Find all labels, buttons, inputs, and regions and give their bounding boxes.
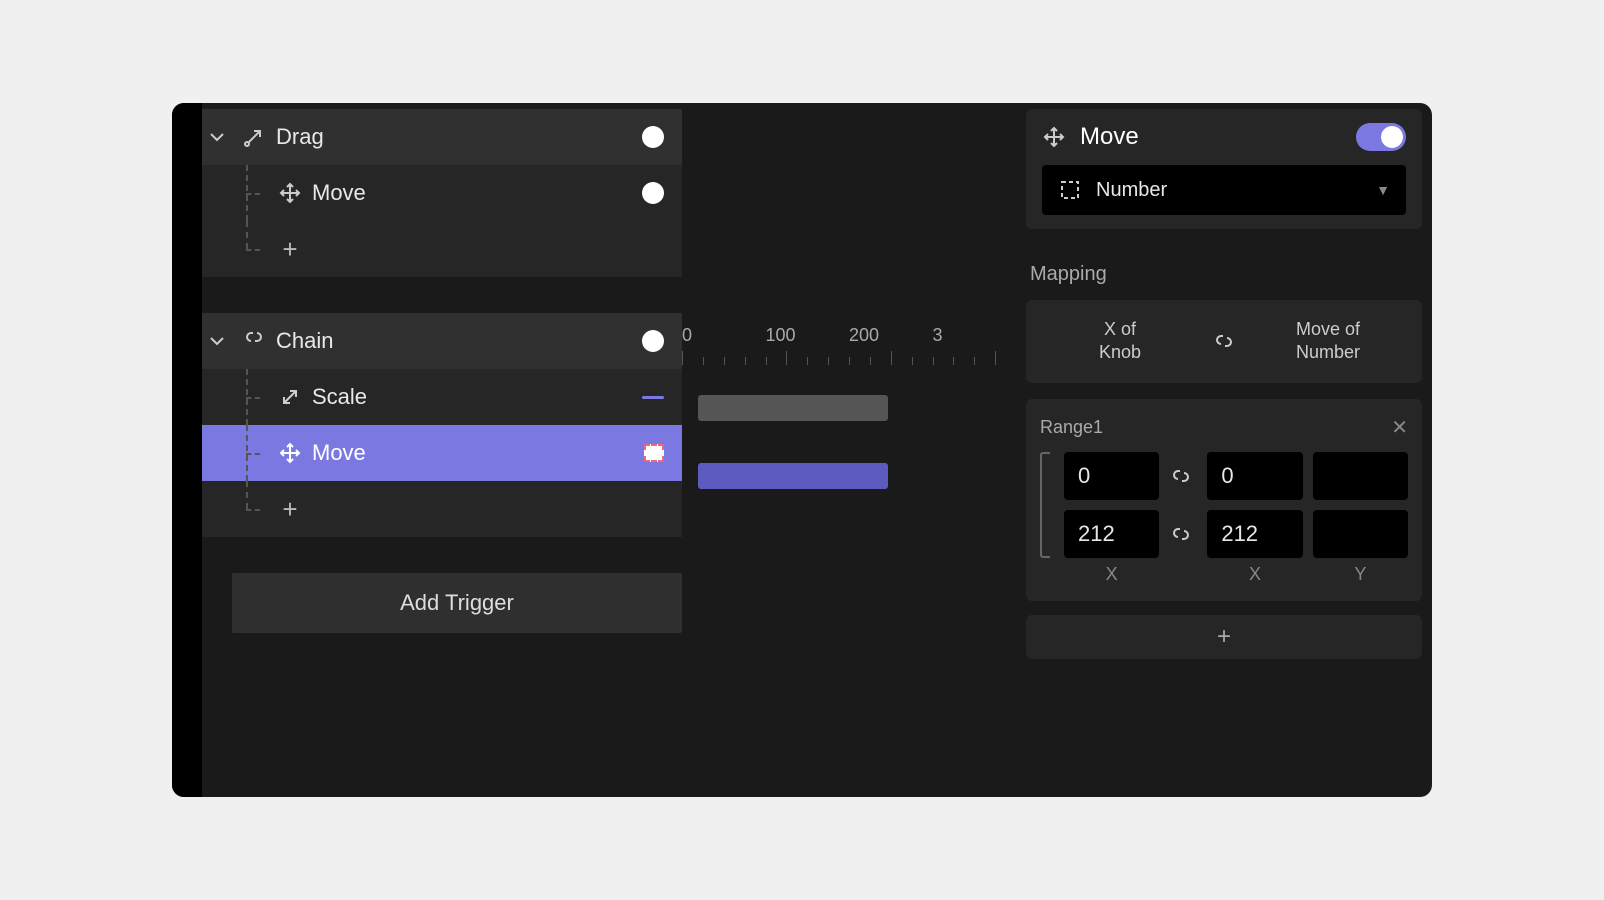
inspector-panel: Move Number ▼ Mapping X of Knob Move of … bbox=[1016, 103, 1432, 797]
add-range-button[interactable]: + bbox=[1026, 615, 1422, 659]
drag-arrow-icon bbox=[242, 125, 266, 149]
action-row-drag-move[interactable]: Move bbox=[202, 165, 682, 221]
add-action-drag[interactable]: + bbox=[202, 221, 682, 277]
chain-icon bbox=[1169, 464, 1193, 488]
plus-icon: + bbox=[268, 494, 312, 525]
trigger-group-chain: Chain Scale Move bbox=[202, 313, 682, 633]
disclosure-down-icon[interactable] bbox=[205, 329, 229, 353]
range-from-x-min[interactable]: 0 bbox=[1064, 452, 1159, 500]
timeline-ruler[interactable]: 0 100 200 3 bbox=[682, 325, 1016, 365]
status-indicator[interactable] bbox=[644, 444, 664, 462]
disclosure-down-icon[interactable] bbox=[205, 125, 229, 149]
status-indicator[interactable] bbox=[642, 330, 664, 352]
range-to-x-max[interactable]: 212 bbox=[1207, 510, 1302, 558]
axis-labels: X X Y bbox=[1040, 564, 1408, 585]
timeline-panel[interactable]: 0 100 200 3 bbox=[682, 103, 1016, 797]
trigger-row-chain[interactable]: Chain bbox=[202, 313, 682, 369]
add-trigger-label: Add Trigger bbox=[400, 590, 514, 616]
trigger-tree: Drag Move + bbox=[202, 103, 682, 797]
status-indicator[interactable] bbox=[642, 126, 664, 148]
move-icon bbox=[278, 181, 302, 205]
plus-icon: + bbox=[268, 234, 312, 265]
range-to-y-max[interactable] bbox=[1313, 510, 1408, 558]
range-to-x-min[interactable]: 0 bbox=[1207, 452, 1302, 500]
target-label: Number bbox=[1096, 179, 1362, 202]
action-row-chain-move[interactable]: Move bbox=[202, 425, 682, 481]
left-gutter bbox=[172, 103, 202, 797]
status-indicator[interactable] bbox=[642, 182, 664, 204]
trigger-group-drag: Drag Move + bbox=[202, 109, 682, 277]
move-icon bbox=[1042, 125, 1066, 149]
chain-icon bbox=[1212, 329, 1236, 353]
chevron-down-icon: ▼ bbox=[1376, 182, 1390, 198]
status-indicator[interactable] bbox=[642, 396, 664, 399]
action-label: Move bbox=[312, 440, 644, 466]
remove-range-button[interactable]: ✕ bbox=[1391, 415, 1408, 440]
trigger-label: Drag bbox=[276, 124, 642, 150]
timeline-bar-move[interactable] bbox=[698, 463, 888, 489]
selection-box-icon bbox=[1058, 178, 1082, 202]
chain-icon bbox=[1169, 522, 1193, 546]
action-label: Move bbox=[312, 180, 642, 206]
mapping-to: Move of Number bbox=[1246, 318, 1410, 365]
enable-toggle[interactable] bbox=[1356, 123, 1406, 151]
range-to-y-min[interactable] bbox=[1313, 452, 1408, 500]
mapping-from: X of Knob bbox=[1038, 318, 1202, 365]
timeline-bar-scale[interactable] bbox=[698, 395, 888, 421]
ruler-ticks bbox=[682, 351, 1016, 365]
app-window: Drag Move + bbox=[172, 103, 1432, 797]
range-card: Range1 ✕ 0 0 212 212 X X Y bbox=[1026, 399, 1422, 601]
action-row-chain-scale[interactable]: Scale bbox=[202, 369, 682, 425]
add-trigger-button[interactable]: Add Trigger bbox=[232, 573, 682, 633]
chain-icon bbox=[242, 329, 266, 353]
mapping-section-label: Mapping bbox=[1030, 263, 1422, 286]
ruler-labels: 0 100 200 3 bbox=[682, 325, 1016, 346]
add-action-chain[interactable]: + bbox=[202, 481, 682, 537]
action-label: Scale bbox=[312, 384, 642, 410]
inspector-header-card: Move Number ▼ bbox=[1026, 109, 1422, 229]
range-label: Range1 bbox=[1040, 417, 1103, 438]
trigger-label: Chain bbox=[276, 328, 642, 354]
move-icon bbox=[278, 441, 302, 465]
scale-icon bbox=[278, 385, 302, 409]
range-from-x-max[interactable]: 212 bbox=[1064, 510, 1159, 558]
range-bracket bbox=[1040, 452, 1050, 558]
target-dropdown[interactable]: Number ▼ bbox=[1042, 165, 1406, 215]
inspector-title: Move bbox=[1080, 123, 1342, 151]
trigger-row-drag[interactable]: Drag bbox=[202, 109, 682, 165]
mapping-card[interactable]: X of Knob Move of Number bbox=[1026, 300, 1422, 383]
